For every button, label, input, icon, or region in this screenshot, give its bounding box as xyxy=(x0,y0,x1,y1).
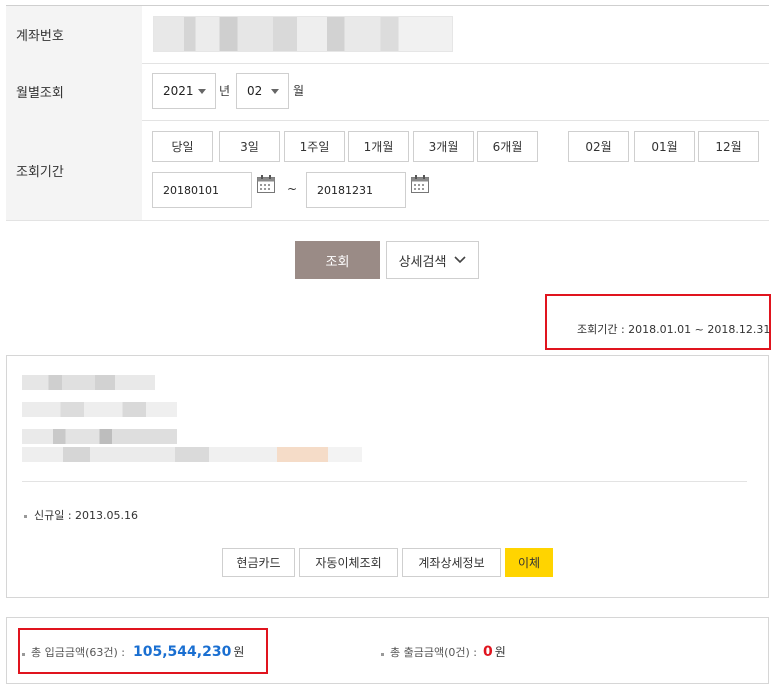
year-select[interactable]: 2021 xyxy=(152,73,216,109)
start-date-input[interactable]: 20180101 xyxy=(152,172,252,208)
deposit-unit: 원 xyxy=(233,645,245,659)
year-value: 2021 xyxy=(163,84,194,98)
detail-search-label: 상세검색 xyxy=(398,254,447,270)
period-btn-1week[interactable]: 1주일 xyxy=(284,131,345,162)
chevron-down-icon xyxy=(198,89,206,94)
deposit-amount: 105,544,230 xyxy=(133,644,232,660)
cash-card-button[interactable]: 현금카드 xyxy=(222,548,295,577)
period-btn-6months[interactable]: 6개월 xyxy=(477,131,538,162)
month-btn-02[interactable]: 02월 xyxy=(568,131,629,162)
account-number-field[interactable] xyxy=(153,16,453,52)
period-btn-today[interactable]: 당일 xyxy=(152,131,213,162)
month-select[interactable]: 02 xyxy=(236,73,289,109)
period-btn-1month[interactable]: 1개월 xyxy=(348,131,409,162)
deposit-label: 총 입금금액(63건) : xyxy=(31,646,125,659)
withdrawal-amount: 0 xyxy=(483,644,493,660)
bullet-icon xyxy=(22,653,25,656)
year-unit: 년 xyxy=(219,84,231,98)
new-date-text: 신규일 : 2013.05.16 xyxy=(34,509,139,522)
account-detail-blurred xyxy=(22,429,177,444)
withdrawal-summary: 총 출금금액(0건) : 0 원 xyxy=(381,643,506,660)
calendar-icon[interactable] xyxy=(410,174,430,194)
period-btn-3months[interactable]: 3개월 xyxy=(413,131,474,162)
bullet-icon xyxy=(381,653,384,656)
monthly-label: 월별조회 xyxy=(6,63,142,120)
deposit-summary: 총 입금금액(63건) : 105,544,230 원 xyxy=(22,643,244,660)
account-detail-button[interactable]: 계좌상세정보 xyxy=(402,548,501,577)
month-btn-12[interactable]: 12월 xyxy=(698,131,759,162)
account-row: 계좌번호 xyxy=(6,6,769,64)
auto-transfer-button[interactable]: 자동이체조회 xyxy=(299,548,398,577)
month-btn-01[interactable]: 01월 xyxy=(634,131,695,162)
chevron-down-icon xyxy=(454,256,466,264)
account-label: 계좌번호 xyxy=(6,6,142,63)
detail-search-button[interactable]: 상세검색 xyxy=(386,241,479,279)
month-value: 02 xyxy=(247,84,263,98)
new-date: 신규일 : 2013.05.16 xyxy=(24,507,138,523)
account-name-blurred xyxy=(22,375,155,390)
account-detail-blurred xyxy=(22,447,362,462)
period-btn-3days[interactable]: 3일 xyxy=(219,131,280,162)
month-unit: 월 xyxy=(293,84,305,98)
panel-divider xyxy=(22,481,747,482)
search-button[interactable]: 조회 xyxy=(295,241,380,279)
period-row: 조회기간 당일 3일 1주일 1개월 3개월 6개월 02월 01월 12월 2… xyxy=(6,120,769,221)
monthly-row: 월별조회 2021 년 02 월 xyxy=(6,63,769,121)
period-display: 조회기간 : 2018.01.01 ~ 2018.12.31 xyxy=(577,323,771,336)
calendar-icon[interactable] xyxy=(256,174,276,194)
withdrawal-unit: 원 xyxy=(494,645,506,659)
transfer-button[interactable]: 이체 xyxy=(505,548,553,577)
account-detail-blurred xyxy=(22,402,177,417)
range-separator: ~ xyxy=(287,182,298,196)
chevron-down-icon xyxy=(271,89,279,94)
withdrawal-label: 총 출금금액(0건) : xyxy=(390,646,478,659)
end-date-input[interactable]: 20181231 xyxy=(306,172,406,208)
bullet-icon xyxy=(24,514,27,518)
period-label: 조회기간 xyxy=(6,120,142,220)
